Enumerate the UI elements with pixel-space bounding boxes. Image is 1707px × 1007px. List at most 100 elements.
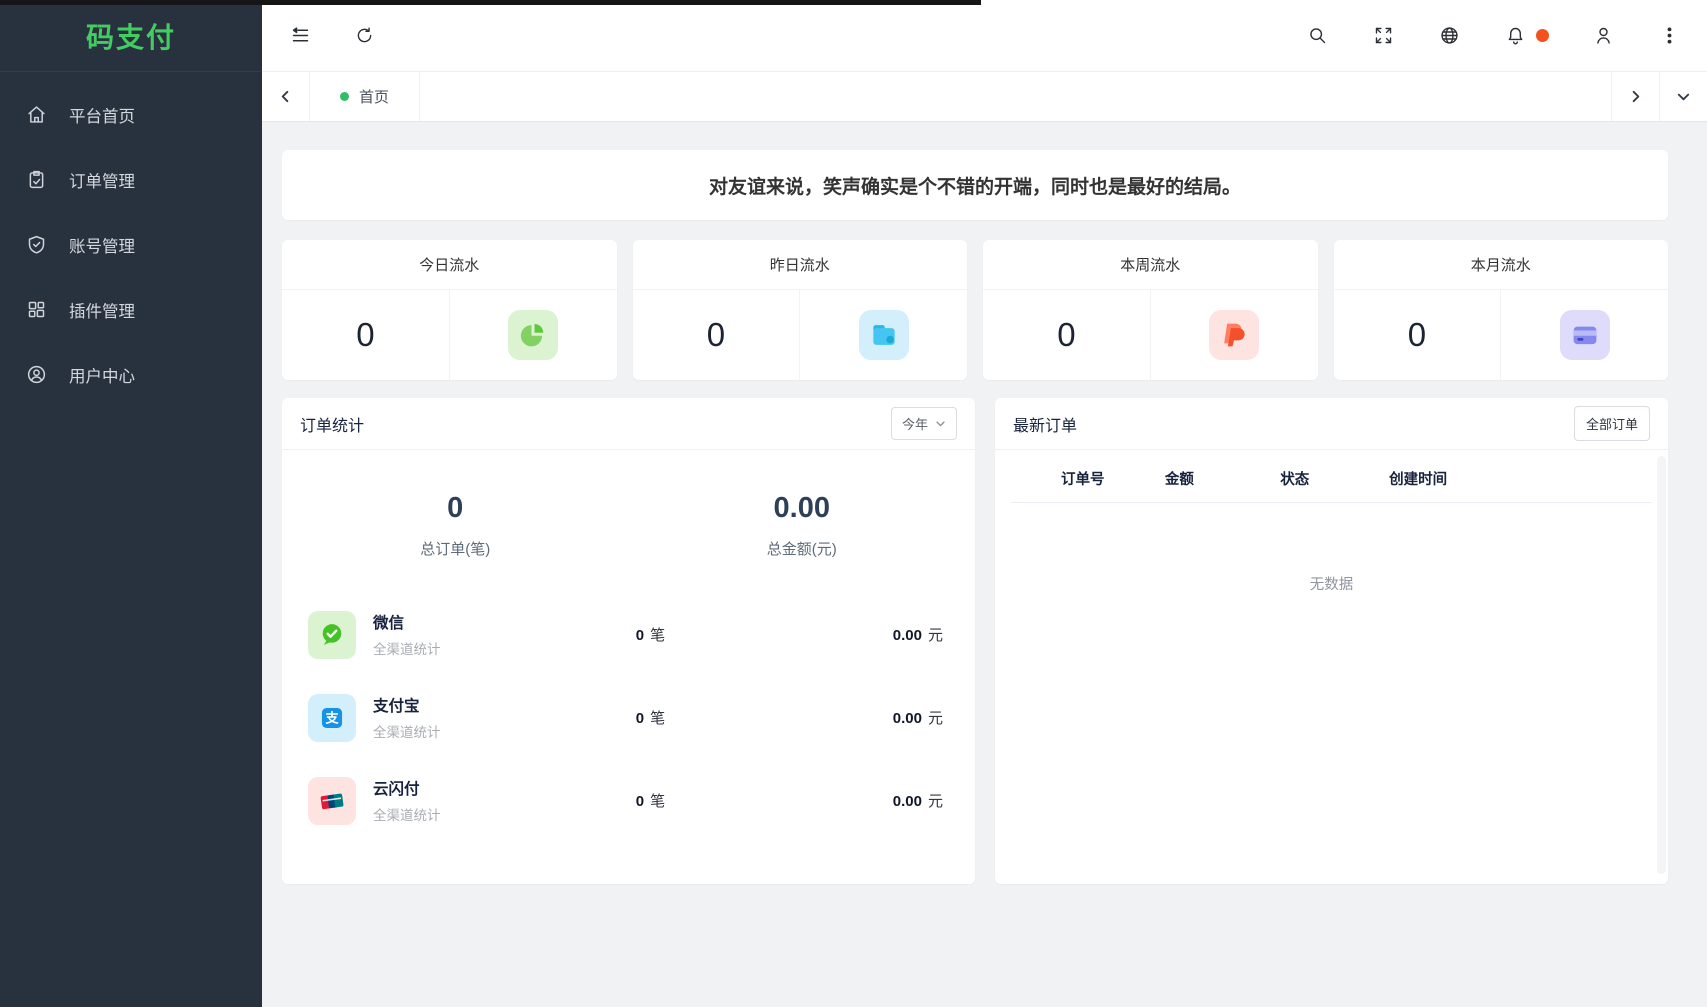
more-menu-icon[interactable]: [1657, 24, 1681, 48]
channel-amount: 0.00元: [759, 790, 949, 811]
sidebar-item-label: 订单管理: [69, 168, 135, 192]
total-amount-label: 总金额(元): [629, 538, 976, 559]
bell-icon: [1503, 24, 1527, 48]
empty-state-text: 无数据: [1011, 573, 1652, 594]
table-scrollbar[interactable]: [1657, 456, 1666, 874]
alipay-icon: 支: [308, 694, 356, 742]
chevron-down-icon: [935, 418, 946, 429]
channel-row-alipay: 支 支付宝 全渠道统计 0笔 0.00元: [282, 676, 975, 759]
notifications-button[interactable]: [1503, 24, 1549, 48]
tab-home[interactable]: 首页: [310, 72, 420, 121]
stat-card-this-month: 本月流水 0: [1334, 240, 1669, 380]
page-loading-bar: [0, 0, 981, 5]
stat-card-value: 0: [1334, 290, 1501, 380]
column-header-amount: 金额: [1165, 468, 1280, 489]
wallet-icon: [859, 310, 909, 360]
main-area: 首页 对友谊来说，笑声确实是个不错的开端，同时也是最好的结局。 今日流水 0: [262, 0, 1707, 1007]
channel-amount: 0.00元: [759, 624, 949, 645]
stat-card-this-week: 本周流水 0: [983, 240, 1318, 380]
sidebar-item-orders[interactable]: 订单管理: [0, 147, 262, 212]
channel-subtitle: 全渠道统计: [373, 638, 636, 658]
fullscreen-icon[interactable]: [1371, 24, 1395, 48]
active-tab-dot: [340, 92, 349, 101]
sidebar-item-label: 用户中心: [69, 363, 135, 387]
quote-text: 对友谊来说，笑声确实是个不错的开端，同时也是最好的结局。: [709, 172, 1241, 199]
channel-subtitle: 全渠道统计: [373, 804, 636, 824]
wechat-pay-icon: [308, 611, 356, 659]
column-header-order-no: 订单号: [1011, 468, 1165, 489]
header-actions: [1305, 24, 1681, 48]
collapse-sidebar-icon[interactable]: [288, 24, 312, 48]
date-range-value: 今年: [902, 414, 928, 433]
tabbar-spacer: [420, 72, 1611, 121]
tab-label: 首页: [359, 86, 389, 107]
column-header-status: 状态: [1280, 468, 1389, 489]
stat-card-title: 昨日流水: [633, 240, 968, 290]
channel-name: 微信: [373, 611, 636, 633]
svg-text:支: 支: [325, 709, 339, 725]
shield-check-icon: [25, 234, 47, 256]
channel-row-wechat: 微信 全渠道统计 0笔 0.00元: [282, 593, 975, 676]
sidebar-item-label: 插件管理: [69, 298, 135, 322]
sidebar-item-accounts[interactable]: 账号管理: [0, 212, 262, 277]
sidebar-item-plugins[interactable]: 插件管理: [0, 277, 262, 342]
top-header: [262, 0, 1707, 72]
unionpay-icon: [308, 777, 356, 825]
channel-count: 0笔: [636, 707, 759, 728]
search-icon[interactable]: [1305, 24, 1329, 48]
pie-chart-icon: [508, 310, 558, 360]
credit-card-icon: [1560, 310, 1610, 360]
channel-row-unionpay: 云闪付 全渠道统计 0笔 0.00元: [282, 759, 975, 842]
stat-card-value: 0: [282, 290, 449, 380]
tabs-dropdown-button[interactable]: [1659, 72, 1707, 121]
stat-card-value: 0: [633, 290, 800, 380]
channel-name: 云闪付: [373, 777, 636, 799]
order-stats-title: 订单统计: [300, 412, 364, 436]
stat-card-title: 本月流水: [1334, 240, 1669, 290]
sidebar-item-label: 平台首页: [69, 103, 135, 127]
orders-table-header: 订单号 金额 状态 创建时间: [1011, 468, 1652, 503]
channel-subtitle: 全渠道统计: [373, 721, 636, 741]
order-stats-panel: 订单统计 今年 0 总订单(笔) 0.00 总金额(元): [282, 398, 975, 884]
user-circle-icon: [25, 364, 47, 386]
sidebar: 码支付 平台首页 订单管理 账号管理: [0, 0, 262, 1007]
total-orders-value: 0: [282, 492, 629, 525]
channel-count: 0笔: [636, 624, 759, 645]
bottom-panels-row: 订单统计 今年 0 总订单(笔) 0.00 总金额(元): [282, 398, 1668, 884]
paypal-icon: [1209, 310, 1259, 360]
sidebar-menu: 平台首页 订单管理 账号管理 插件管理: [0, 72, 262, 407]
tabs-scroll-left-button[interactable]: [262, 72, 310, 121]
grid-icon: [25, 299, 47, 321]
stat-cards-row: 今日流水 0 昨日流水 0: [282, 240, 1668, 380]
sidebar-item-home[interactable]: 平台首页: [0, 82, 262, 147]
latest-orders-title: 最新订单: [1013, 412, 1077, 436]
user-icon[interactable]: [1591, 24, 1615, 48]
clipboard-icon: [25, 169, 47, 191]
channel-name: 支付宝: [373, 694, 636, 716]
stat-card-today: 今日流水 0: [282, 240, 617, 380]
all-orders-button[interactable]: 全部订单: [1574, 406, 1650, 441]
total-orders-label: 总订单(笔): [282, 538, 629, 559]
stat-card-title: 本周流水: [983, 240, 1318, 290]
orders-table: 订单号 金额 状态 创建时间 无数据: [995, 450, 1668, 594]
channel-amount: 0.00元: [759, 707, 949, 728]
stat-card-value: 0: [983, 290, 1150, 380]
sidebar-item-label: 账号管理: [69, 233, 135, 257]
stat-card-yesterday: 昨日流水 0: [633, 240, 968, 380]
refresh-icon[interactable]: [352, 24, 376, 48]
notification-badge-dot: [1536, 29, 1549, 42]
globe-icon[interactable]: [1437, 24, 1461, 48]
date-range-select[interactable]: 今年: [891, 407, 957, 440]
column-header-created-at: 创建时间: [1389, 468, 1652, 489]
sidebar-item-user-center[interactable]: 用户中心: [0, 342, 262, 407]
quote-banner: 对友谊来说，笑声确实是个不错的开端，同时也是最好的结局。: [282, 150, 1668, 220]
stat-card-title: 今日流水: [282, 240, 617, 290]
tabs-scroll-right-button[interactable]: [1611, 72, 1659, 121]
tab-bar: 首页: [262, 72, 1707, 122]
home-icon: [25, 104, 47, 126]
page-content: 对友谊来说，笑声确实是个不错的开端，同时也是最好的结局。 今日流水 0: [262, 122, 1707, 1007]
order-totals: 0 总订单(笔) 0.00 总金额(元): [282, 450, 975, 593]
app-logo: 码支付: [0, 0, 262, 72]
latest-orders-panel: 最新订单 全部订单 订单号 金额 状态 创建时间 无数据: [995, 398, 1668, 884]
total-amount-value: 0.00: [629, 492, 976, 525]
